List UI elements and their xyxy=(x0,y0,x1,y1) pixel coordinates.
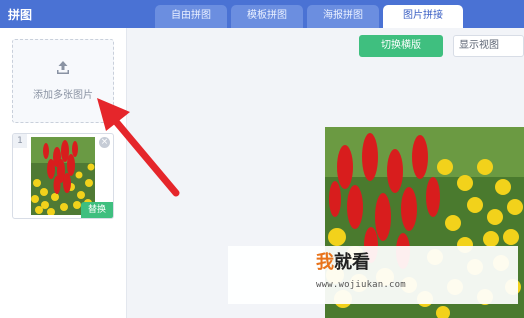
watermark-logo-text: 就看 xyxy=(334,252,370,273)
watermark: 我就看 www.wojiukan.com xyxy=(228,246,518,304)
top-bar: 拼图 自由拼图 模板拼图 海报拼图 图片拼接 xyxy=(0,0,524,28)
thumbnail-card[interactable]: 1 × 替换 xyxy=(12,133,114,219)
watermark-url: www.wojiukan.com xyxy=(316,280,406,290)
view-mode-select[interactable]: 显示视图 xyxy=(453,35,524,57)
sidebar: 添加多张图片 1 × 替换 xyxy=(0,28,127,318)
app-title: 拼图 xyxy=(8,8,33,22)
thumbnail-index: 1 xyxy=(13,134,27,148)
toolbar: 切换横版 显示视图 xyxy=(127,28,524,68)
tab-template-collage[interactable]: 模板拼图 xyxy=(231,5,303,28)
tab-poster-collage[interactable]: 海报拼图 xyxy=(307,5,379,28)
tab-image-stitch[interactable]: 图片拼接 xyxy=(383,5,463,28)
switch-landscape-button[interactable]: 切换横版 xyxy=(359,35,443,57)
tab-free-collage[interactable]: 自由拼图 xyxy=(155,5,227,28)
watermark-logo: 我就看 xyxy=(316,252,370,274)
replace-button[interactable]: 替换 xyxy=(81,202,113,218)
upload-icon xyxy=(57,61,69,74)
add-images-label: 添加多张图片 xyxy=(33,90,93,101)
watermark-logo-char: 我 xyxy=(316,252,334,273)
remove-thumbnail-icon[interactable]: × xyxy=(99,137,110,148)
add-images-dropzone[interactable]: 添加多张图片 xyxy=(12,39,114,123)
